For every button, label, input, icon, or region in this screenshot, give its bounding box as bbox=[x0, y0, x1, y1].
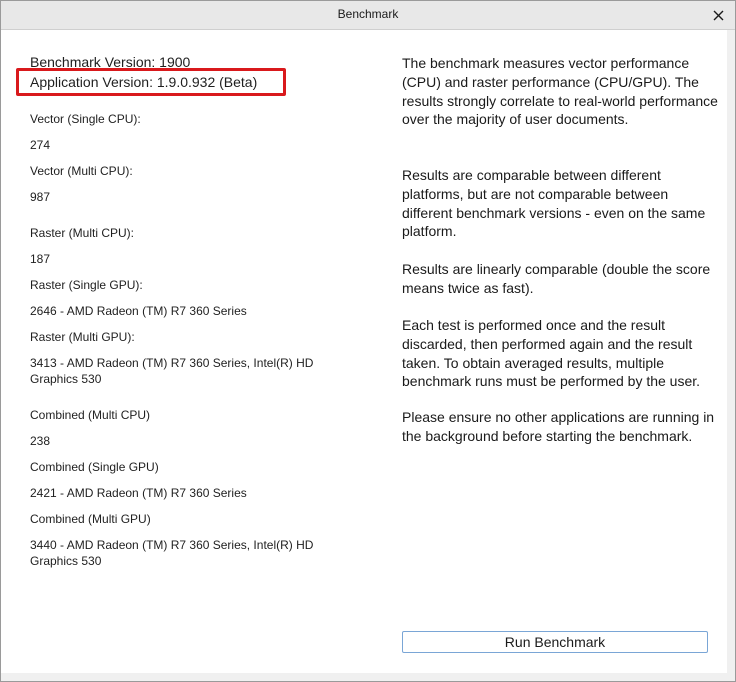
run-benchmark-button[interactable]: Run Benchmark bbox=[402, 631, 708, 653]
result-value: 274 bbox=[30, 138, 51, 152]
result-value: 987 bbox=[30, 190, 51, 204]
description-paragraph: The benchmark measures vector performanc… bbox=[402, 55, 718, 128]
result-label: Vector (Multi CPU): bbox=[30, 164, 133, 178]
result-value: 238 bbox=[30, 434, 51, 448]
result-label: Combined (Multi CPU) bbox=[30, 408, 151, 422]
result-label: Vector (Single CPU): bbox=[30, 112, 141, 126]
benchmark-window: Benchmark Benchmark Version: 1900 Applic… bbox=[0, 0, 736, 682]
description-paragraph: Each test is performed once and the resu… bbox=[402, 317, 701, 390]
result-value: 2421 - AMD Radeon (TM) R7 360 Series bbox=[30, 486, 247, 500]
result-label: Raster (Multi GPU): bbox=[30, 330, 135, 344]
window-title: Benchmark bbox=[337, 7, 399, 21]
description-paragraph: Results are linearly comparable (double … bbox=[402, 261, 711, 296]
result-label: Raster (Multi CPU): bbox=[30, 226, 135, 240]
version-highlight-box bbox=[16, 68, 286, 96]
close-button[interactable] bbox=[707, 4, 729, 26]
result-label: Raster (Single GPU): bbox=[30, 278, 143, 292]
result-value: 3440 - AMD Radeon (TM) R7 360 Series, In… bbox=[30, 538, 314, 568]
dialog-content: Benchmark Version: 1900 Application Vers… bbox=[1, 30, 735, 681]
result-value: 3413 - AMD Radeon (TM) R7 360 Series, In… bbox=[30, 356, 314, 386]
result-label: Combined (Single GPU) bbox=[30, 460, 159, 474]
description-paragraph: Results are comparable between different… bbox=[402, 167, 706, 240]
result-value: 2646 - AMD Radeon (TM) R7 360 Series bbox=[30, 304, 247, 318]
result-label: Combined (Multi GPU) bbox=[30, 512, 151, 526]
title-bar: Benchmark bbox=[1, 1, 735, 30]
result-value: 187 bbox=[30, 252, 51, 266]
close-icon bbox=[713, 10, 723, 20]
description-paragraph: Please ensure no other applications are … bbox=[402, 409, 715, 444]
